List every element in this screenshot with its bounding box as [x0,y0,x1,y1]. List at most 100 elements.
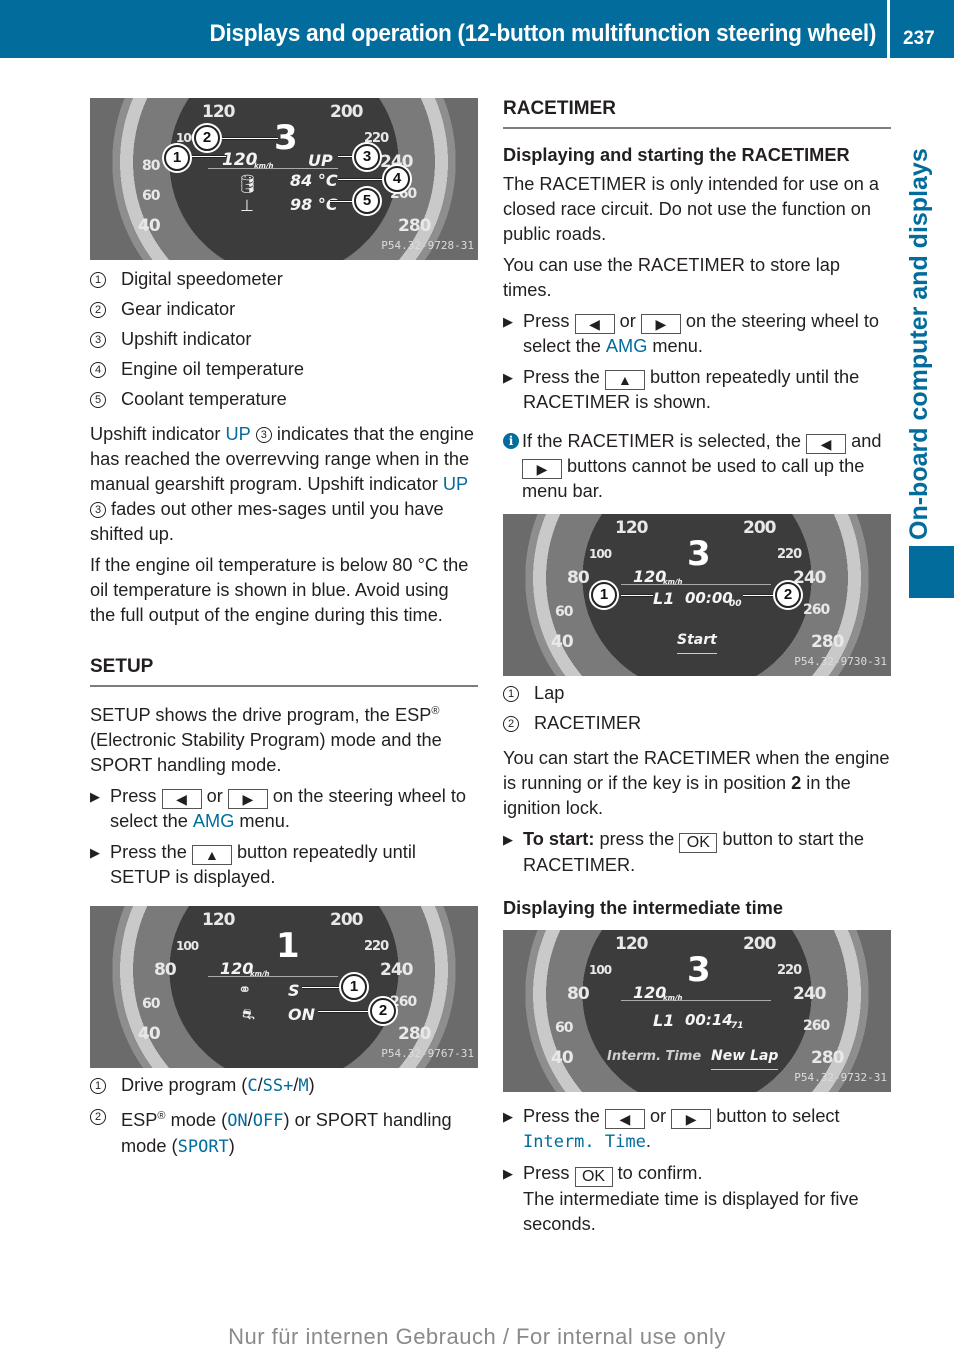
oil-temperature-paragraph: If the engine oil temperature is below 8… [90,555,469,625]
up-arrow-key: ▲ [604,370,645,390]
display-code: AMG [605,336,648,356]
step-arrow-icon: ▶ [90,789,100,805]
number-circle: 2 [90,1109,106,1126]
info-icon: i [503,433,519,449]
instruction-step: ▶ Press ◀ or ▶ on the steering wheel to s… [90,786,466,832]
gear-indicator: 3 [687,950,711,990]
legend-item: 2 ESP® mode (ON/OFF) or SPORT handling mo… [90,1104,478,1160]
tick-label: 220 [364,939,389,955]
left-arrow-key: ◀ [806,434,847,454]
gear-indicator: 3 [687,534,711,574]
new-lap-option: New Lap [711,1044,779,1070]
tick-label: 240 [380,960,413,981]
legend-text: Upshift indicator [121,329,252,349]
ok-key: OK [679,833,718,853]
cluster-figure-setup: 120 200 100 220 80 240 60 260 40 280 1 1… [90,906,478,1069]
number-circle: 1 [90,272,106,288]
lap-number: L1 [653,589,675,608]
tick-label: 100 [589,547,612,561]
instruction-step: ▶ Press the ▲ button repeatedly until the… [503,367,860,412]
step-arrow-icon: ▶ [503,314,513,329]
number-circle: 4 [90,362,106,378]
header-title: Displays and operation (12-button multif… [209,20,876,47]
drive-program-value: S [288,981,300,1001]
step-arrow-icon: ▶ [503,1109,513,1124]
leader-line [338,178,386,181]
number-circle: 5 [90,392,106,408]
racetimer-value: 00:14 [685,1011,733,1029]
leader-line [218,137,278,140]
legend-item: 1 Lap [503,681,891,706]
racetimer-value: 00:00 [685,589,733,607]
tick-label: 120 [202,910,235,931]
ok-key: OK [574,1167,613,1187]
legend-text: RACETIMER [534,713,642,733]
legend-item: 2 Gear indicator [90,297,478,322]
tick-label: 100 [589,963,612,977]
interm-time-option: Interm. Time [607,1049,702,1064]
setup-intro: SETUP shows the drive program, the ESP® … [90,705,442,776]
leader-line [318,1010,372,1014]
instruction-step: ▶ To start: press the OK button to start … [503,829,864,875]
watermark-footer: Nur für internen Gebrauch / For internal… [228,1324,726,1349]
number-circle: 3 [90,502,106,518]
legend-text: Lap [534,683,565,703]
tick-label: 260 [803,1018,830,1034]
tick-label: 200 [743,518,776,538]
tick-label: 40 [138,1024,161,1045]
callout-1: 1 [164,145,190,171]
number-circle: 2 [90,302,106,318]
callout-2: 2 [775,582,801,608]
tick-label: 200 [330,910,363,931]
display-code: AMG [192,811,235,832]
racetimer-start-conditions: You can start the RACETIMER when the eng… [503,748,890,818]
step-arrow-icon: ▶ [503,370,513,385]
tick-label: 120 [615,518,648,538]
cluster-figure-upshift: 120 200 100 220 240 80 60 260 40 280 3 1… [90,98,478,260]
display-code: UP [442,474,469,494]
tick-label: 40 [138,216,161,236]
instruction-step: ▶ Press OK to confirm. The intermediate ti… [503,1163,859,1234]
display-code: Interm. Time [523,1132,646,1152]
callout-2: 2 [194,125,220,151]
leader-line [302,986,342,990]
leader-line [330,200,356,203]
tick-label: 60 [142,188,161,204]
start-option: Start [677,628,717,654]
step-arrow-icon: ▶ [503,1166,513,1181]
coolant-temperature: 98 °C [290,195,338,214]
tick-label: 120 [202,102,235,122]
section-title-racetimer: RACETIMER [503,96,891,129]
info-note: i If the RACETIMER is selected, the ◀ and… [503,429,891,504]
coolant-icon: ⊥ [240,198,254,215]
left-arrow-key: ◀ [161,789,202,810]
right-arrow-key: ▶ [671,1109,712,1129]
cluster-figure-intermediate: 120 200 100 220 80 240 60 260 40 280 3 1… [503,930,891,1092]
tick-label: 120 [615,934,648,954]
tick-label: 60 [555,1020,574,1036]
upshift-paragraph: Upshift indicator UP 3 indicates that th… [90,424,475,544]
figure-legend: 1 Drive program (C/SS+/M) 2 ESP® mode (ON/… [90,1073,478,1160]
figure-legend: 1 Digital speedometer 2 Gear indicator 3 Up… [90,267,478,412]
figure-reference: P54.32-9730-31 [794,655,887,668]
callout-1: 1 [341,974,367,1001]
digital-speed: 120 [222,150,258,170]
number-circle: 1 [90,1078,106,1095]
leader-line [621,594,653,597]
figure-legend: 1 Lap 2 RACETIMER [503,681,891,736]
callout-1: 1 [591,582,617,608]
step-arrow-icon: ▶ [503,832,513,847]
gear-indicator: 1 [276,926,300,967]
leader-line [743,594,777,597]
left-column: 120 200 100 220 240 80 60 260 40 280 3 1… [90,98,478,1160]
legend-item: 5 Coolant temperature [90,387,478,412]
section-title-setup: SETUP [90,654,478,687]
tick-label: 240 [793,984,826,1004]
subtitle-intermediate-time: Displaying the intermediate time [503,898,783,918]
side-tab-marker [909,546,954,598]
legend-item: 1 Drive program (C/SS+/M) [90,1073,478,1099]
digital-speed: 120 [633,983,667,1002]
callout-5: 5 [354,188,380,214]
subtitle-displaying-racetimer: Displaying and starting the RACETIMER [503,145,850,165]
esp-icon: ⛐ [242,1006,255,1024]
